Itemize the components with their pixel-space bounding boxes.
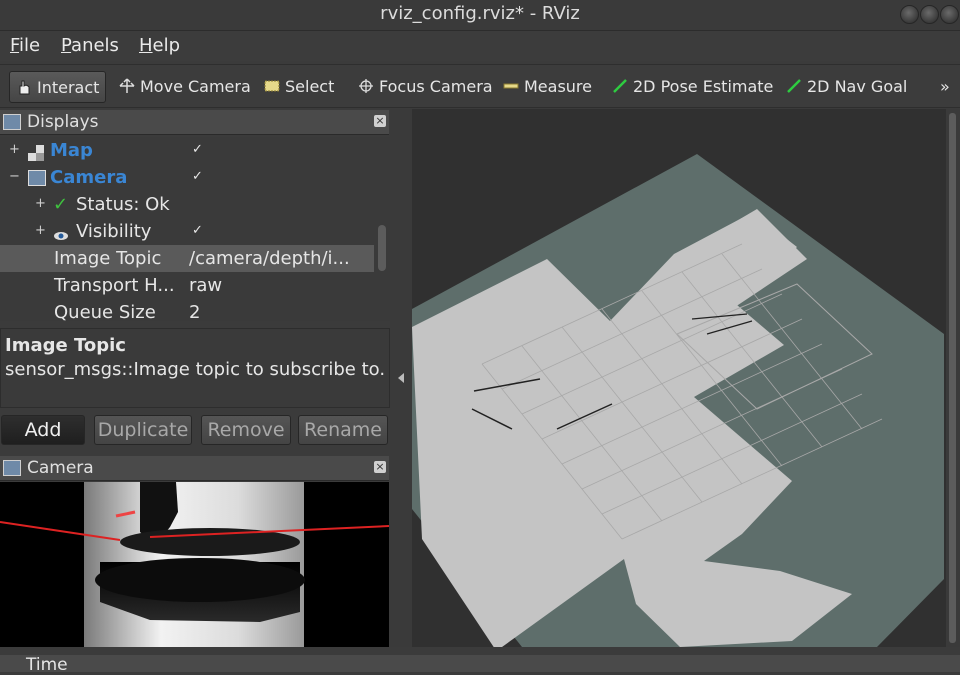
expand-icon[interactable]: + (9, 143, 20, 156)
viewport-scrollbar[interactable] (946, 109, 960, 647)
queue-size-value[interactable]: 2 (189, 299, 200, 321)
transport-hint-value[interactable]: raw (189, 272, 222, 299)
collapse-icon[interactable]: − (9, 170, 20, 183)
checkmark-icon: ✓ (53, 194, 69, 215)
transport-hint-label: Transport H... (54, 275, 175, 296)
tree-row-map[interactable]: + Map ✓ (0, 137, 374, 164)
camera-panel-header: Camera × (0, 456, 389, 481)
move-camera-tool[interactable]: Move Camera (113, 71, 257, 101)
visibility-label: Visibility (76, 221, 152, 242)
window-title: rviz_config.rviz* - RViz (380, 3, 580, 24)
camera-display-icon (28, 170, 46, 186)
image-topic-value[interactable]: /camera/depth/i... (189, 245, 350, 272)
tree-row-camera[interactable]: − Camera ✓ (0, 164, 374, 191)
ruler-icon (503, 78, 519, 94)
description-title: Image Topic (5, 335, 126, 356)
move-arrows-icon (119, 78, 135, 94)
monitor-icon (3, 114, 21, 130)
displays-scrollbar[interactable] (374, 137, 390, 321)
image-topic-label: Image Topic (54, 248, 162, 269)
menu-bar: File Panels Help (0, 31, 960, 61)
tree-row-image-topic[interactable]: Image Topic /camera/depth/i... (0, 245, 374, 272)
scrollbar-thumb[interactable] (378, 225, 386, 271)
map-display-label: Map (50, 140, 93, 161)
measure-tool[interactable]: Measure (497, 71, 598, 101)
queue-size-label: Queue Size (54, 302, 156, 321)
maximize-button[interactable] (920, 5, 939, 24)
camera-display-label: Camera (50, 167, 128, 188)
interact-tool[interactable]: Interact (9, 71, 107, 103)
tree-row-status[interactable]: + ✓ Status: Ok (0, 191, 374, 218)
tree-row-visibility[interactable]: + Visibility ✓ (0, 218, 374, 245)
expand-icon[interactable]: + (35, 224, 46, 237)
time-panel-header: Time (0, 655, 960, 675)
camera-icon (3, 460, 21, 476)
menu-help[interactable]: Help (139, 35, 180, 56)
displays-panel-title: Displays (27, 112, 99, 132)
camera-panel-title: Camera (27, 458, 94, 478)
hand-pointer-icon (16, 79, 32, 95)
minimize-button[interactable] (900, 5, 919, 24)
map-grid-icon (28, 142, 44, 161)
focus-camera-tool[interactable]: Focus Camera (352, 71, 499, 101)
status-label: Status: Ok (76, 194, 170, 215)
crosshair-icon (358, 78, 374, 94)
close-icon[interactable]: × (374, 461, 386, 473)
displays-panel-header: Displays × (0, 110, 389, 135)
title-bar: rviz_config.rviz* - RViz (0, 0, 960, 31)
camera-image-view[interactable] (0, 482, 389, 647)
remove-button[interactable]: Remove (201, 415, 291, 445)
close-window-button[interactable] (940, 5, 959, 24)
green-arrow-icon (612, 78, 628, 94)
close-icon[interactable]: × (374, 115, 386, 127)
toolbar-overflow-button[interactable]: » (940, 71, 950, 101)
displays-tree: + Map ✓ − Camera ✓ + ✓ Status: Ok + Visi… (0, 137, 374, 321)
menu-file[interactable]: File (10, 35, 40, 56)
pose-estimate-tool[interactable]: 2D Pose Estimate (606, 71, 779, 101)
map-enabled-checkbox[interactable]: ✓ (192, 143, 205, 156)
select-box-icon (264, 78, 280, 94)
tree-row-transport-hint[interactable]: Transport H... raw (0, 272, 374, 299)
time-panel-title: Time (26, 655, 68, 675)
add-button[interactable]: Add (1, 415, 85, 445)
select-tool[interactable]: Select (258, 71, 340, 101)
nav-goal-tool[interactable]: 2D Nav Goal (780, 71, 913, 101)
panel-splitter[interactable] (390, 109, 412, 647)
property-description: Image Topic sensor_msgs::Image topic to … (0, 328, 390, 408)
camera-enabled-checkbox[interactable]: ✓ (192, 170, 205, 183)
duplicate-button[interactable]: Duplicate (94, 415, 192, 445)
3d-render-view[interactable] (412, 109, 946, 647)
tool-bar: Interact Move Camera Select Focus Camera… (0, 64, 960, 108)
expand-icon[interactable]: + (35, 197, 46, 210)
menu-panels[interactable]: Panels (61, 35, 119, 56)
tree-row-queue-size[interactable]: Queue Size 2 (0, 299, 374, 321)
visibility-checkbox[interactable]: ✓ (192, 224, 205, 237)
green-arrow-icon (786, 78, 802, 94)
eye-icon (53, 224, 69, 240)
scrollbar-thumb[interactable] (949, 113, 956, 643)
description-text: sensor_msgs::Image topic to subscribe to… (5, 359, 386, 380)
rename-button[interactable]: Rename (298, 415, 388, 445)
